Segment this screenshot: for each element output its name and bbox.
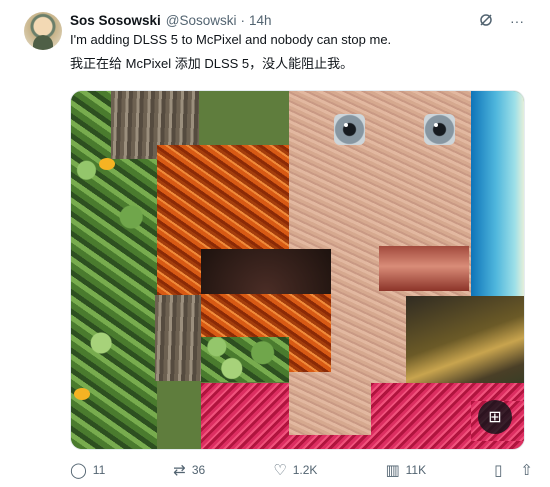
reply-button[interactable]: ◯ 11 bbox=[70, 463, 105, 478]
share-icon[interactable]: ⇧ bbox=[520, 463, 533, 478]
views-button[interactable]: ▥ 11K bbox=[385, 463, 426, 478]
header-actions: ··· bbox=[478, 10, 524, 31]
like-count: 1.2K bbox=[292, 463, 318, 477]
reply-icon: ◯ bbox=[70, 461, 87, 479]
post-text-english: I'm adding DLSS 5 to McPixel and nobody … bbox=[70, 32, 392, 47]
image-bark-middle bbox=[155, 295, 201, 381]
image-water-right bbox=[471, 91, 524, 296]
action-bar: ◯ 11 ⇄ 36 ♡ 1.2K ▥ 11K ▯ ⇧ bbox=[70, 460, 533, 480]
more-icon[interactable]: ··· bbox=[510, 11, 524, 31]
image-eye-left bbox=[334, 114, 365, 145]
like-button[interactable]: ♡ 1.2K bbox=[273, 463, 317, 478]
author-avatar[interactable] bbox=[24, 12, 62, 50]
post-image[interactable]: ⊞ bbox=[70, 90, 525, 450]
handle[interactable]: @Sosowski bbox=[166, 13, 237, 28]
display-name[interactable]: Sos Sosowski bbox=[70, 13, 161, 28]
image-flower-top bbox=[99, 158, 115, 170]
post-header: Sos Sosowski @Sosowski · 14h ··· bbox=[70, 10, 530, 30]
repost-count: 36 bbox=[191, 463, 206, 477]
grok-image-button[interactable]: ⊞ bbox=[478, 400, 512, 434]
image-foliage-center bbox=[201, 337, 289, 382]
post-text-chinese: 我正在给 McPixel 添加 DLSS 5，没人能阻止我。 bbox=[70, 56, 354, 71]
image-flower-bottom bbox=[74, 388, 90, 400]
right-actions: ▯ ⇧ bbox=[494, 463, 533, 478]
views-icon: ▥ bbox=[385, 461, 400, 479]
image-mouth bbox=[379, 246, 469, 291]
grok-icon[interactable] bbox=[478, 10, 494, 31]
repost-button[interactable]: ⇄ 36 bbox=[173, 463, 205, 478]
image-eye-right bbox=[424, 114, 455, 145]
post-time[interactable]: 14h bbox=[249, 13, 272, 28]
image-skin-bottom bbox=[289, 383, 371, 435]
grok-image-icon: ⊞ bbox=[488, 409, 502, 426]
bookmark-icon[interactable]: ▯ bbox=[494, 463, 502, 478]
heart-icon: ♡ bbox=[273, 461, 287, 479]
repost-icon: ⇄ bbox=[173, 461, 186, 479]
view-count: 11K bbox=[405, 463, 427, 477]
reply-count: 11 bbox=[92, 463, 106, 477]
separator-dot: · bbox=[240, 12, 246, 28]
